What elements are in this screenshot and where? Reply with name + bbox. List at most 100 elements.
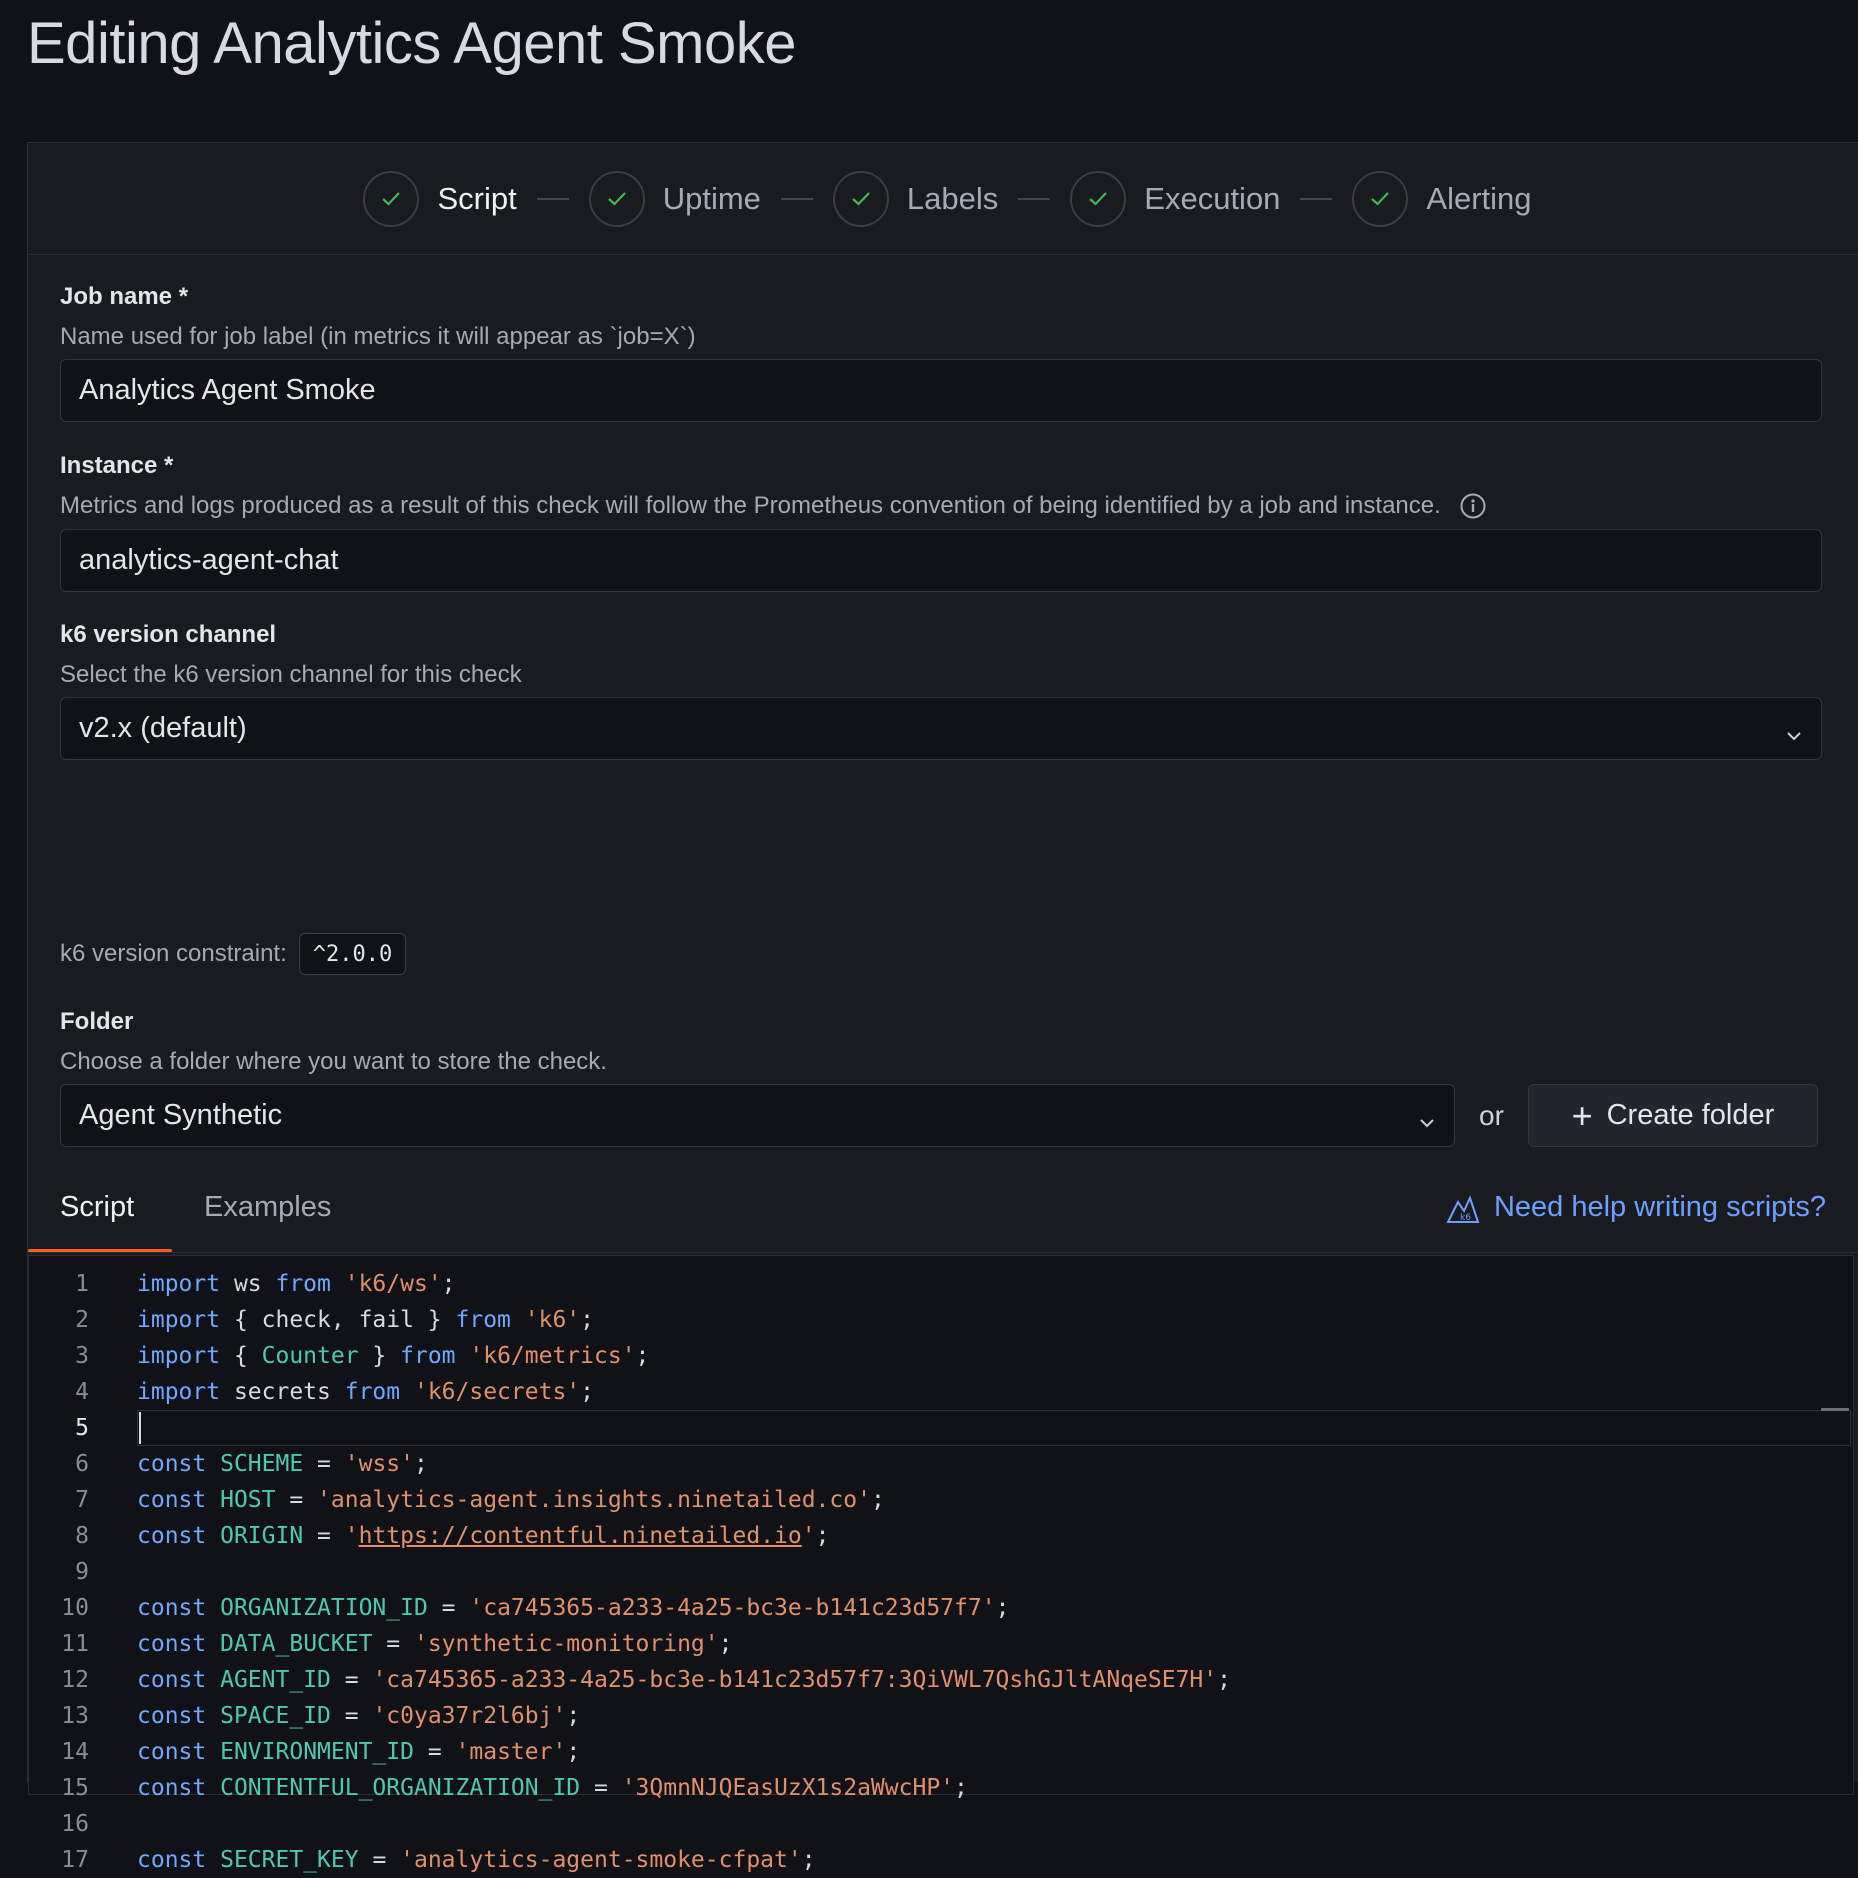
- step-script[interactable]: Script: [363, 170, 517, 227]
- k6-channel-label: k6 version channel: [60, 621, 277, 648]
- k6-logo-icon: k6: [1446, 1194, 1480, 1223]
- line-number: 9: [75, 1559, 89, 1585]
- code-line[interactable]: 15 const CONTENTFUL_ORGANIZATION_ID = '3Q…: [29, 1770, 1853, 1806]
- code-line[interactable]: 5: [29, 1410, 1853, 1446]
- script-code-editor[interactable]: 1 import ws from 'k6/ws'; 2 import { check,…: [28, 1255, 1854, 1873]
- wizard-stepper: Script Uptime Labels Execution Alerting: [28, 143, 1858, 255]
- code-text: const SECRET_KEY = 'analytics-agent-smok…: [137, 1847, 816, 1873]
- job-name-description: Name used for job label (in metrics it w…: [60, 323, 696, 350]
- code-text: const SCHEME = 'wss';: [137, 1451, 428, 1477]
- job-name-label: Job name *: [60, 283, 189, 310]
- line-number: 13: [61, 1703, 89, 1729]
- tab-script[interactable]: Script: [60, 1191, 134, 1224]
- code-token: ;: [635, 1343, 650, 1369]
- code-line[interactable]: 4 import secrets from 'k6/secrets';: [29, 1374, 1853, 1410]
- code-token: }: [358, 1343, 401, 1369]
- code-text: const ORIGIN = 'https://contentful.ninet…: [137, 1523, 829, 1549]
- code-token: =: [303, 1523, 345, 1549]
- job-name-input[interactable]: Analytics Agent Smoke: [60, 359, 1822, 422]
- line-number: 2: [75, 1307, 89, 1333]
- plus-icon: +: [1571, 1094, 1593, 1136]
- code-token: =: [303, 1451, 345, 1477]
- code-token: ;: [414, 1451, 428, 1477]
- info-icon[interactable]: [1459, 492, 1487, 520]
- code-token: const: [137, 1775, 207, 1801]
- step-label: Labels: [906, 180, 999, 216]
- k6-constraint-label: k6 version constraint:: [60, 940, 287, 967]
- code-token: from: [344, 1379, 401, 1405]
- code-token: ': [344, 1523, 359, 1549]
- code-token: =: [330, 1667, 373, 1693]
- line-number: 10: [61, 1595, 89, 1621]
- job-name-field: Job name * Name used for job label (in m…: [60, 283, 1822, 422]
- code-token: ;: [870, 1487, 885, 1513]
- k6-version-constraint: k6 version constraint: ^2.0.0: [60, 933, 407, 975]
- code-token: ;: [815, 1523, 830, 1549]
- code-token: =: [275, 1487, 318, 1513]
- code-token: ORIGIN: [220, 1523, 304, 1549]
- script-tabs: Script Examples k6 Need help writing scr…: [28, 1173, 1858, 1253]
- code-line[interactable]: 17 const SECRET_KEY = 'analytics-agent-sm…: [29, 1842, 1853, 1878]
- code-token: from: [455, 1307, 511, 1333]
- code-token: SPACE_ID: [220, 1703, 331, 1729]
- code-line[interactable]: 10 const ORGANIZATION_ID = 'ca745365-a233…: [29, 1590, 1853, 1626]
- create-folder-button[interactable]: + Create folder: [1527, 1084, 1818, 1147]
- help-link-label: Need help writing scripts?: [1493, 1191, 1826, 1223]
- tab-examples[interactable]: Examples: [204, 1191, 331, 1224]
- check-icon: [1352, 170, 1409, 227]
- code-token: AGENT_ID: [220, 1667, 331, 1693]
- help-writing-scripts-link[interactable]: k6 Need help writing scripts?: [1446, 1191, 1826, 1224]
- k6-constraint-badge: ^2.0.0: [298, 933, 407, 975]
- k6-channel-select[interactable]: v2.x (default): [60, 697, 1822, 760]
- code-text: const ORGANIZATION_ID = 'ca745365-a233-4…: [137, 1595, 1009, 1621]
- code-line[interactable]: 13 const SPACE_ID = 'c0ya37r2l6bj';: [29, 1698, 1853, 1734]
- code-token: 'k6': [524, 1307, 581, 1333]
- code-token: 'k6/ws': [344, 1271, 442, 1297]
- or-text: or: [1479, 1099, 1504, 1131]
- code-token: from: [400, 1343, 456, 1369]
- code-token: ENVIRONMENT_ID: [220, 1739, 414, 1765]
- step-alerting[interactable]: Alerting: [1352, 170, 1532, 227]
- step-separator: [1300, 197, 1333, 200]
- code-token: https://contentful.ninetailed.io: [358, 1523, 802, 1549]
- code-line[interactable]: 16: [29, 1806, 1853, 1842]
- line-number: 16: [61, 1811, 89, 1837]
- code-token: const: [137, 1487, 207, 1513]
- code-line[interactable]: 6 const SCHEME = 'wss';: [29, 1446, 1853, 1482]
- code-line[interactable]: 11 const DATA_BUCKET = 'synthetic-monitor…: [29, 1626, 1853, 1662]
- code-token: ws: [220, 1271, 276, 1297]
- page-title: Editing Analytics Agent Smoke: [27, 11, 796, 76]
- code-token: ;: [995, 1595, 1010, 1621]
- code-token: { check, fail }: [220, 1307, 456, 1333]
- code-line[interactable]: 9: [29, 1554, 1853, 1590]
- instance-label: Instance *: [60, 452, 174, 479]
- line-number: 5: [75, 1415, 89, 1441]
- code-line[interactable]: 3 import { Counter } from 'k6/metrics';: [29, 1338, 1853, 1374]
- code-line[interactable]: 2 import { check, fail } from 'k6';: [29, 1302, 1853, 1338]
- folder-select[interactable]: Agent Synthetic: [60, 1084, 1455, 1147]
- code-token: ;: [954, 1775, 968, 1801]
- code-line[interactable]: 7 const HOST = 'analytics-agent.insights.…: [29, 1482, 1853, 1518]
- step-execution[interactable]: Execution: [1070, 170, 1280, 227]
- folder-description: Choose a folder where you want to store …: [60, 1048, 607, 1075]
- code-token: const: [137, 1739, 207, 1765]
- step-labels[interactable]: Labels: [832, 170, 999, 227]
- instance-description: Metrics and logs produced as a result of…: [60, 492, 1441, 519]
- line-number: 4: [75, 1379, 89, 1405]
- code-line[interactable]: 12 const AGENT_ID = 'ca745365-a233-4a25-b…: [29, 1662, 1853, 1698]
- code-token: ;: [566, 1739, 581, 1765]
- step-uptime[interactable]: Uptime: [588, 170, 761, 227]
- code-line[interactable]: 8 const ORIGIN = 'https://contentful.nine…: [29, 1518, 1853, 1554]
- code-token: import: [137, 1307, 221, 1333]
- instance-input[interactable]: analytics-agent-chat: [60, 529, 1822, 592]
- step-separator: [780, 197, 813, 200]
- folder-field: Folder Choose a folder where you want to…: [60, 1008, 1822, 1147]
- instance-field: Instance * Metrics and logs produced as …: [60, 452, 1822, 592]
- code-line[interactable]: 1 import ws from 'k6/ws';: [29, 1266, 1853, 1302]
- code-token: DATA_BUCKET: [220, 1631, 373, 1657]
- code-line[interactable]: 14 const ENVIRONMENT_ID = 'master';: [29, 1734, 1853, 1770]
